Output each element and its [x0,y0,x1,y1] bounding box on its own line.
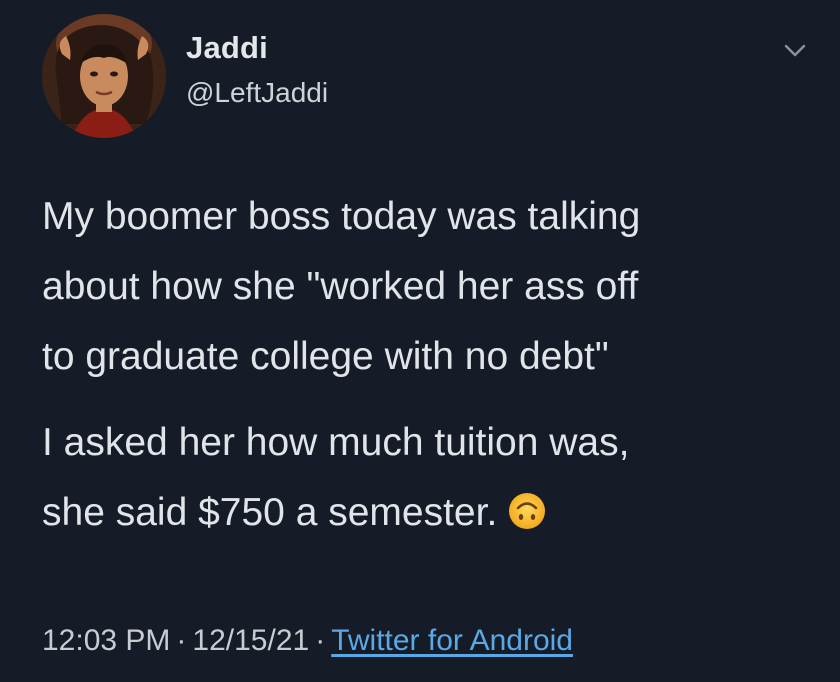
tweet-text-paragraph-2: I asked her how much tuition was, she sa… [42,408,802,548]
separator: · [176,624,187,657]
separator: · [315,624,326,657]
display-name[interactable]: Jaddi [186,30,268,66]
upside-down-face-icon [507,491,547,531]
tweet-time: 12:03 PM [42,624,171,657]
tweet-date: 12/15/21 [192,624,310,657]
tweet-source-link[interactable]: Twitter for Android [331,624,573,657]
tweet-card: Jaddi @LeftJaddi My boomer boss today wa… [0,0,840,682]
tweet-text-paragraph-1: My boomer boss today was talking about h… [42,195,641,378]
tweet-menu-button[interactable] [780,40,810,60]
chevron-down-icon [784,44,806,57]
avatar[interactable] [42,14,166,138]
tweet-metadata: 12:03 PM · 12/15/21 · Twitter for Android [42,624,573,658]
user-handle[interactable]: @LeftJaddi [186,77,328,109]
avatar-illustration-icon [42,14,166,138]
